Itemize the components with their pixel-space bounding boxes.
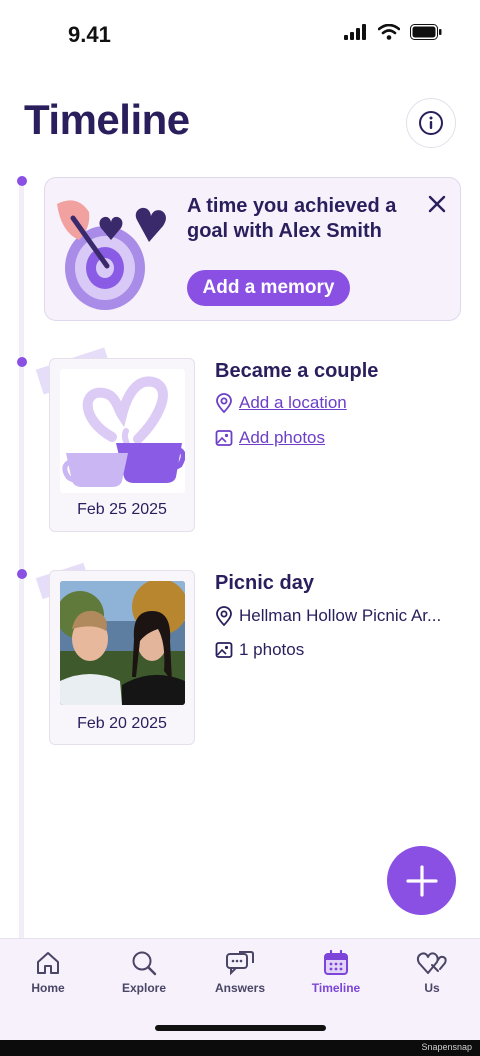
calendar-icon	[324, 949, 348, 975]
status-icons	[344, 24, 442, 40]
entry-date: Feb 20 2025	[77, 715, 167, 732]
tab-us[interactable]: Us	[384, 949, 480, 995]
add-memory-button[interactable]: Add a memory	[187, 270, 350, 306]
location-row[interactable]: Hellman Hollow Picnic Ar...	[215, 606, 455, 626]
photo-icon	[215, 642, 233, 658]
location-text: Hellman Hollow Picnic Ar...	[239, 606, 442, 625]
search-icon	[132, 951, 157, 976]
photos-row[interactable]: 1 photos	[215, 640, 455, 660]
entry-date: Feb 25 2025	[77, 501, 167, 518]
location-pin-icon	[216, 393, 232, 413]
watermark: Snapensnap	[421, 1042, 472, 1052]
hearts-icon	[416, 952, 447, 974]
battery-icon	[410, 24, 442, 40]
entry-title[interactable]: Became a couple	[215, 360, 378, 383]
page-title: Timeline	[24, 96, 190, 143]
status-bar: 9.41	[0, 0, 480, 70]
close-button[interactable]	[423, 190, 451, 218]
timeline-dot	[17, 176, 27, 186]
timeline-dot	[17, 357, 27, 367]
bottom-strip: Snapensnap	[0, 1040, 480, 1056]
memory-prompt-card: A time you achieved a goal with Alex Smi…	[44, 177, 461, 321]
close-icon	[428, 195, 446, 213]
couple-photo	[60, 581, 185, 705]
timeline-dot	[17, 569, 27, 579]
tab-timeline[interactable]: Timeline	[288, 949, 384, 995]
tab-label: Timeline	[311, 981, 361, 995]
signal-icon	[344, 24, 366, 40]
plus-icon	[405, 864, 438, 897]
tab-bar: Home Explore Answers Timeline Us	[0, 938, 480, 1040]
info-button[interactable]	[406, 98, 456, 148]
location-pin-icon	[216, 606, 232, 626]
chat-icon	[226, 951, 254, 976]
photo-icon	[215, 430, 233, 446]
photos-text: 1 photos	[239, 640, 305, 659]
tab-explore[interactable]: Explore	[96, 949, 192, 995]
entry-photo-card[interactable]: Feb 20 2025	[49, 570, 195, 745]
tab-label: Explore	[121, 981, 166, 995]
timeline-line	[19, 180, 24, 940]
home-icon	[37, 952, 59, 974]
add-entry-button[interactable]	[387, 846, 456, 915]
status-time: 9.41	[68, 22, 111, 47]
coffee-cups-illustration	[60, 369, 185, 493]
add-location-link[interactable]: Add a location	[215, 393, 455, 413]
tab-label: Us	[424, 981, 440, 995]
prompt-text: A time you achieved a goal with Alex Smi…	[187, 195, 397, 242]
tab-answers[interactable]: Answers	[192, 949, 288, 995]
add-photos-link[interactable]: Add photos	[215, 428, 455, 448]
entry-title[interactable]: Picnic day	[215, 572, 314, 595]
location-text: Add a location	[239, 393, 347, 412]
wifi-icon	[378, 24, 400, 40]
tab-label: Answers	[214, 981, 266, 995]
home-indicator[interactable]	[155, 1025, 326, 1031]
tab-label: Home	[31, 981, 65, 995]
tab-home[interactable]: Home	[0, 949, 96, 995]
info-icon	[419, 111, 443, 135]
target-illustration	[57, 200, 166, 310]
photos-text: Add photos	[239, 428, 326, 447]
entry-photo-card[interactable]: Feb 25 2025	[49, 358, 195, 532]
